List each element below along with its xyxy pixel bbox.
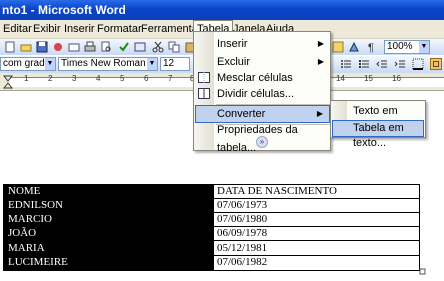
table-resize-handle bbox=[419, 268, 426, 275]
zoom-combo[interactable]: 100% ▼ bbox=[384, 40, 430, 54]
ruler-number: 1 bbox=[24, 74, 29, 83]
table-header-nome[interactable]: NOME bbox=[8, 185, 208, 198]
new-document-icon[interactable] bbox=[4, 41, 16, 53]
chevron-down-icon[interactable]: ▼ bbox=[419, 41, 429, 53]
merge-cells-icon bbox=[198, 72, 210, 83]
document-map-icon[interactable] bbox=[332, 41, 344, 53]
table-cell-date[interactable]: 07/06/1980 bbox=[217, 213, 417, 226]
ruler-number: 2 bbox=[48, 74, 53, 83]
svg-text:¶: ¶ bbox=[368, 42, 374, 53]
ruler-number: 5 bbox=[120, 74, 125, 83]
ruler-number: 15 bbox=[364, 74, 373, 83]
title-bar: nto1 - Microsoft Word bbox=[0, 0, 444, 20]
menu-item-label: Dividir células... bbox=[217, 88, 295, 100]
tabela-menu: Inserir ▶ Excluir ▶ Mesclar células Divi… bbox=[193, 31, 331, 154]
print-icon[interactable] bbox=[84, 41, 96, 53]
save-icon[interactable] bbox=[36, 41, 48, 53]
style-combo[interactable]: com grade ▼ bbox=[0, 57, 56, 71]
research-icon[interactable] bbox=[134, 41, 146, 53]
menu-item-tabela-em-texto[interactable]: Tabela em texto... bbox=[332, 120, 424, 149]
split-cells-icon bbox=[198, 88, 210, 99]
submenu-arrow-icon: ▶ bbox=[316, 109, 323, 118]
table-header-data[interactable]: DATA DE NASCIMENTO bbox=[217, 185, 417, 198]
table-cell-date[interactable]: 07/06/1982 bbox=[217, 256, 417, 269]
table-cell-name[interactable]: EDNILSON bbox=[8, 199, 208, 212]
font-size-combo[interactable]: 12 bbox=[160, 57, 190, 71]
font-value: Times New Roman bbox=[61, 58, 146, 69]
table-cell-date[interactable]: 06/09/1978 bbox=[217, 227, 417, 240]
ruler-number: 14 bbox=[336, 74, 345, 83]
permission-icon[interactable] bbox=[52, 41, 64, 53]
table-cell-date[interactable]: 07/06/1973 bbox=[217, 199, 417, 212]
menu-item-inserir[interactable]: Inserir ▶ bbox=[195, 35, 330, 53]
decrease-indent-icon[interactable] bbox=[376, 58, 388, 70]
borders-icon[interactable] bbox=[412, 58, 424, 70]
expand-menu-icon[interactable]: » bbox=[256, 136, 268, 148]
email-icon[interactable] bbox=[68, 41, 80, 53]
window-title: nto1 - Microsoft Word bbox=[2, 3, 126, 17]
increase-indent-icon[interactable] bbox=[394, 58, 406, 70]
font-size-value: 12 bbox=[163, 58, 175, 69]
indent-marker-icon[interactable] bbox=[3, 75, 13, 89]
copy-icon[interactable] bbox=[168, 41, 180, 53]
ruler-number: 7 bbox=[168, 74, 173, 83]
converter-submenu: Texto em tabela... Tabela em texto... bbox=[330, 100, 426, 149]
font-combo[interactable]: Times New Roman ▼ bbox=[58, 57, 158, 71]
chevron-down-icon[interactable]: ▼ bbox=[147, 58, 157, 70]
menu-item-label: Converter bbox=[217, 108, 266, 120]
table-cell-name[interactable]: JOÃO bbox=[8, 227, 208, 240]
cut-icon[interactable] bbox=[152, 41, 164, 53]
table-cell-date[interactable]: 05/12/1981 bbox=[217, 242, 417, 255]
menu-item-label: Mesclar células bbox=[217, 72, 293, 84]
spelling-icon[interactable] bbox=[118, 41, 130, 53]
menu-inserir[interactable]: Inserir bbox=[61, 20, 98, 39]
ruler-number: 16 bbox=[392, 74, 401, 83]
bullets-icon[interactable] bbox=[358, 58, 370, 70]
ruler-number: 6 bbox=[144, 74, 149, 83]
show-hide-paragraph-icon[interactable]: ¶ bbox=[366, 41, 378, 53]
open-folder-icon[interactable] bbox=[20, 41, 32, 53]
menu-item-dividir-celulas[interactable]: Dividir células... bbox=[195, 85, 330, 103]
numbering-icon[interactable] bbox=[340, 58, 352, 70]
submenu-arrow-icon: ▶ bbox=[317, 39, 324, 48]
zoom-value: 100% bbox=[387, 41, 413, 52]
menu-item-label: Excluir bbox=[217, 56, 251, 68]
menu-item-texto-em-tabela[interactable]: Texto em tabela... bbox=[332, 103, 424, 134]
print-preview-icon[interactable] bbox=[100, 41, 112, 53]
highlight-icon[interactable] bbox=[430, 58, 442, 70]
ruler-number: 3 bbox=[72, 74, 77, 83]
style-value: com grade bbox=[3, 58, 51, 69]
table-cell-name[interactable]: MARCIO bbox=[8, 213, 208, 226]
table-cell-name[interactable]: LUCIMEIRE bbox=[8, 256, 208, 269]
table-cell-name[interactable]: MARIA bbox=[8, 242, 208, 255]
menu-item-label: Inserir bbox=[217, 38, 248, 50]
menu-exibir[interactable]: Exibir bbox=[30, 20, 64, 39]
drawing-icon[interactable] bbox=[348, 41, 360, 53]
chevron-down-icon[interactable]: ▼ bbox=[45, 58, 55, 70]
ruler-number: 4 bbox=[96, 74, 101, 83]
